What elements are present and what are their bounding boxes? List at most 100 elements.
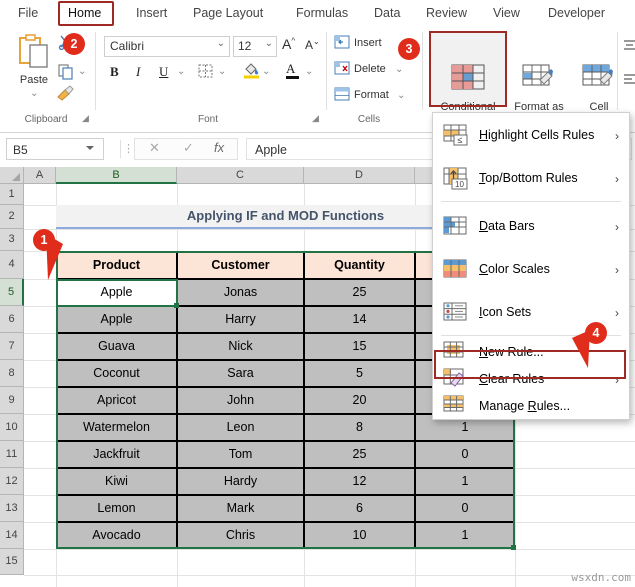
ribbon-tab-page-layout[interactable]: Page Layout: [187, 2, 269, 24]
row-header-11[interactable]: 11: [0, 441, 24, 468]
row-header-9[interactable]: 9: [0, 387, 24, 414]
cell-header-D4[interactable]: Quantity: [304, 251, 415, 279]
cell-E11[interactable]: 0: [415, 441, 515, 468]
insert-cells-button[interactable]: [334, 35, 350, 52]
cell-C12[interactable]: Hardy: [177, 468, 304, 495]
format-chevron-icon[interactable]: ⌄: [397, 90, 405, 101]
font-color-chevron-icon[interactable]: ⌄: [305, 66, 313, 77]
cell-B10[interactable]: Watermelon: [56, 414, 177, 441]
cell-C9[interactable]: John: [177, 387, 304, 414]
cell-B13[interactable]: Lemon: [56, 495, 177, 522]
row-header-1[interactable]: 1: [0, 184, 24, 205]
ribbon-tab-developer[interactable]: Developer: [542, 2, 611, 24]
paste-button[interactable]: Paste ⌄: [12, 32, 56, 106]
copy-icon[interactable]: [58, 64, 74, 80]
cell-D10[interactable]: 8: [304, 414, 415, 441]
grow-font-icon[interactable]: A^: [282, 36, 295, 52]
cell-C10[interactable]: Leon: [177, 414, 304, 441]
underline-button[interactable]: U: [159, 64, 168, 80]
format-cells-button[interactable]: [334, 87, 350, 104]
fill-color-icon[interactable]: [243, 62, 260, 79]
cell-B9[interactable]: Apricot: [56, 387, 177, 414]
cell-E13[interactable]: 0: [415, 495, 515, 522]
row-header-5[interactable]: 5: [0, 279, 24, 306]
cell-B8[interactable]: Coconut: [56, 360, 177, 387]
font-name-chevron-icon[interactable]: ⌄: [217, 38, 225, 49]
insert-function-icon[interactable]: fx: [214, 140, 224, 155]
format-painter-icon[interactable]: [56, 85, 74, 101]
ribbon-tab-file[interactable]: File: [12, 2, 44, 24]
name-box-chevron-icon[interactable]: [86, 146, 94, 150]
menu-item-highlight-cells-rules[interactable]: ≤ Highlight Cells Rules ›: [433, 113, 629, 156]
row-header-10[interactable]: 10: [0, 414, 24, 441]
cell-C7[interactable]: Nick: [177, 333, 304, 360]
paste-chevron-icon[interactable]: ⌄: [30, 88, 38, 99]
row-header-15[interactable]: 15: [0, 549, 24, 575]
table-range-handle[interactable]: [511, 545, 516, 550]
row-header-4[interactable]: 4: [0, 251, 24, 279]
menu-item-color-scales[interactable]: Color Scales ›: [433, 247, 629, 290]
menu-item-data-bars[interactable]: Data Bars ›: [433, 204, 629, 247]
cell-D8[interactable]: 5: [304, 360, 415, 387]
cell-D9[interactable]: 20: [304, 387, 415, 414]
borders-icon[interactable]: [198, 64, 214, 79]
cell-D6[interactable]: 14: [304, 306, 415, 333]
borders-chevron-icon[interactable]: ⌄: [218, 66, 226, 77]
select-all-corner[interactable]: [0, 167, 24, 184]
menu-item-top-bottom-rules[interactable]: 10 Top/Bottom Rules ›: [433, 156, 629, 199]
cell-B14[interactable]: Avocado: [56, 522, 177, 549]
cell-B12[interactable]: Kiwi: [56, 468, 177, 495]
row-header-3[interactable]: 3: [0, 229, 24, 251]
clipboard-dialog-launcher-icon[interactable]: ◢: [82, 113, 89, 124]
column-header-B[interactable]: B: [56, 167, 177, 184]
clipboard-chevron-icon[interactable]: ⌄: [78, 66, 86, 77]
row-header-13[interactable]: 13: [0, 495, 24, 522]
column-header-C[interactable]: C: [177, 167, 304, 184]
fill-color-chevron-icon[interactable]: ⌄: [262, 66, 270, 77]
ribbon-tab-formulas[interactable]: Formulas: [290, 2, 354, 24]
cancel-formula-icon[interactable]: ✕: [149, 140, 160, 156]
ribbon-tab-view[interactable]: View: [487, 2, 526, 24]
column-header-D[interactable]: D: [304, 167, 415, 184]
cell-D5[interactable]: 25: [304, 279, 415, 306]
cell-E12[interactable]: 1: [415, 468, 515, 495]
italic-button[interactable]: I: [136, 64, 140, 80]
delete-chevron-icon[interactable]: ⌄: [395, 64, 403, 75]
ribbon-tab-insert[interactable]: Insert: [130, 2, 173, 24]
row-header-14[interactable]: 14: [0, 522, 24, 549]
bold-button[interactable]: B: [110, 64, 119, 80]
font-color-icon[interactable]: A: [286, 61, 299, 79]
cell-D11[interactable]: 25: [304, 441, 415, 468]
menu-item-manage-rules[interactable]: Manage Rules...: [433, 392, 629, 419]
column-header-A[interactable]: A: [24, 167, 56, 184]
row-header-12[interactable]: 12: [0, 468, 24, 495]
row-header-7[interactable]: 7: [0, 333, 24, 360]
cell-D12[interactable]: 12: [304, 468, 415, 495]
cell-C11[interactable]: Tom: [177, 441, 304, 468]
cell-C14[interactable]: Chris: [177, 522, 304, 549]
cell-B11[interactable]: Jackfruit: [56, 441, 177, 468]
row-header-6[interactable]: 6: [0, 306, 24, 333]
ribbon-tab-review[interactable]: Review: [420, 2, 473, 24]
align-top-icon[interactable]: [624, 40, 635, 50]
cell-D14[interactable]: 10: [304, 522, 415, 549]
delete-cells-button[interactable]: [334, 61, 350, 78]
cell-header-C4[interactable]: Customer: [177, 251, 304, 279]
cell-C6[interactable]: Harry: [177, 306, 304, 333]
align-left-icon[interactable]: [624, 74, 635, 84]
font-size-chevron-icon[interactable]: ⌄: [265, 38, 273, 49]
shrink-font-icon[interactable]: A⌄: [305, 37, 320, 52]
font-size-input[interactable]: 12 ⌄: [233, 36, 277, 57]
cell-D13[interactable]: 6: [304, 495, 415, 522]
row-header-8[interactable]: 8: [0, 360, 24, 387]
cell-C5[interactable]: Jonas: [177, 279, 304, 306]
cell-E14[interactable]: 1: [415, 522, 515, 549]
underline-chevron-icon[interactable]: ⌄: [177, 66, 185, 77]
font-dialog-launcher-icon[interactable]: ◢: [312, 113, 319, 124]
row-header-2[interactable]: 2: [0, 205, 24, 229]
fill-handle[interactable]: [174, 303, 179, 308]
enter-formula-icon[interactable]: ✓: [183, 140, 194, 156]
cell-B6[interactable]: Apple: [56, 306, 177, 333]
cell-C13[interactable]: Mark: [177, 495, 304, 522]
font-name-input[interactable]: Calibri ⌄: [104, 36, 230, 57]
